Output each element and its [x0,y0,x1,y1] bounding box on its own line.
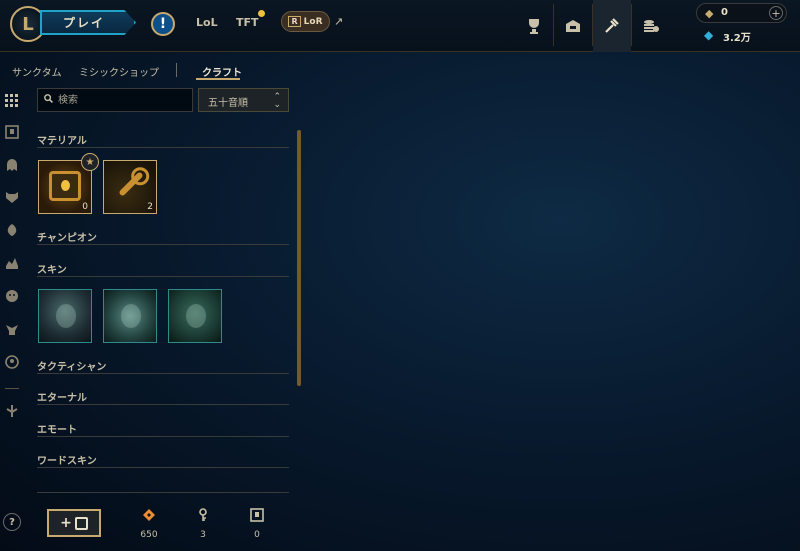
rp-display: ◆ 0 + [696,3,787,23]
section-skins: スキン [37,261,289,277]
orange-essence-stat: 650 [134,508,164,540]
skin-shard-2[interactable] [103,289,157,343]
keys-value: 3 [200,530,206,540]
chests-stat: 0 [242,508,272,540]
collection-icon[interactable] [554,0,592,52]
icon-filter-icon[interactable] [3,353,21,371]
chest-filter-icon[interactable] [3,123,21,141]
rail-divider [5,388,19,389]
emote-filter-icon[interactable] [3,287,21,305]
key-icon [118,171,144,197]
buy-rp-button[interactable]: + [769,6,783,20]
section-materials: マテリアル [37,132,289,148]
chest-icon [49,171,81,201]
orange-essence-icon [134,508,164,526]
top-bar: L プレイ ! LoL TFT R LoR ↗ ◆ 0 + ◆ 3.2万 [0,0,800,52]
star-icon: ★ [81,153,99,171]
lol-link[interactable]: LoL [196,16,218,29]
key-icon [188,508,218,526]
tft-link[interactable]: TFT [236,16,259,29]
lor-label: LoR [303,16,323,27]
skin-filter-icon[interactable] [3,188,21,206]
tactician-filter-icon[interactable] [3,221,21,239]
other-filter-icon[interactable] [3,402,21,420]
sort-value: 五十音順 [208,98,248,109]
craft-chest-button[interactable]: + [47,509,101,537]
chest-icon [242,508,272,526]
loot-icon[interactable] [593,0,631,52]
search-icon [44,94,53,106]
category-rail [0,88,24,551]
orange-essence-value: 650 [140,530,158,540]
blue-essence-value: 3.2万 [723,33,751,44]
skin-shard-3[interactable] [168,289,222,343]
external-link-icon: ↗ [334,15,344,28]
lor-logo-icon: R [288,16,301,27]
chest-count: 0 [82,202,88,212]
footer-divider [37,492,289,493]
subnav-divider [176,63,177,77]
ward-filter-icon[interactable] [3,320,21,338]
section-tacticians: タクティシャン [37,358,289,374]
key-count: 2 [147,202,153,212]
lor-button[interactable]: R LoR [281,11,330,32]
trophy-icon[interactable] [515,0,553,52]
rp-value: 0 [721,7,728,18]
eternal-filter-icon[interactable] [3,254,21,272]
alert-icon[interactable]: ! [151,12,175,36]
all-categories-icon[interactable] [3,92,21,110]
section-eternals: エターナル [37,389,289,405]
material-key[interactable]: 2 [103,160,157,214]
tft-notification-dot [258,10,265,17]
section-ward-skins: ワードスキン [37,452,289,468]
help-button[interactable]: ? [3,513,21,531]
section-champions: チャンピオン [37,229,289,245]
play-button[interactable]: プレイ [40,10,136,35]
search-input[interactable] [58,92,188,108]
rp-icon: ◆ [705,7,714,20]
blue-essence-icon: ◆ [704,28,714,42]
loot-scrollbar[interactable] [297,130,301,386]
sort-dropdown[interactable]: 五十音順 ⌃ ⌄ [198,88,289,112]
tab-crafting[interactable]: クラフト [202,64,242,79]
tab-mythic-shop[interactable]: ミシックショップ [79,64,159,79]
champion-filter-icon[interactable] [3,156,21,174]
section-emotes: エモート [37,421,289,437]
chest-icon [74,516,88,530]
craft-plus-label: + [60,515,72,531]
chests-value: 0 [254,530,260,540]
search-box [37,88,193,112]
active-tab-underline [196,78,240,80]
skin-shard-1[interactable] [38,289,92,343]
tab-sanctum[interactable]: サンクタム [12,64,62,79]
chevron-updown-icon: ⌃ ⌄ [273,92,281,110]
keys-stat: 3 [188,508,218,540]
store-icon[interactable] [632,0,670,52]
